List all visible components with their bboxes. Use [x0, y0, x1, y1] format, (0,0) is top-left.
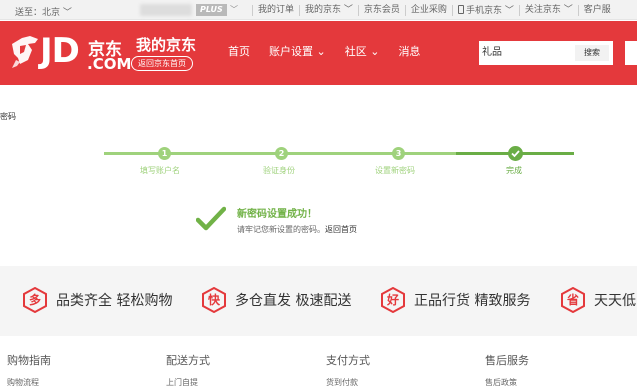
nav-community[interactable]: 社区 ⌄ — [345, 43, 380, 59]
step-circle-1: 1 — [158, 147, 171, 160]
header: JD 京东 .COM 我的京东 返回京东首页 首页 账户设置 ⌄ 社区 ⌄ 消息… — [0, 21, 637, 85]
cart-button[interactable] — [625, 41, 637, 65]
badge-kuai-icon: 快 — [201, 287, 227, 313]
location-text: 送至：北京 — [15, 8, 61, 18]
step-label-3: 设置新密码 — [375, 166, 415, 175]
promise-item: 快 多仓直发 极速配送 — [201, 287, 351, 313]
badge-sheng-icon: 省 — [560, 287, 586, 313]
footer-heading: 支付方式 — [326, 354, 370, 367]
top-links: 我的订单 我的京东 ﹀ 京东会员 企业采购 手机京东 ﹀ 关注京东 ﹀ 客户服 — [252, 5, 616, 16]
mobile-jd-label: 手机京东 — [465, 6, 502, 16]
top-bar: 送至：北京 ﹀ PLUS ﹀ 我的订单 我的京东 ﹀ 京东会员 企业采购 手机京… — [0, 0, 637, 20]
page-title: 密码 — [0, 112, 16, 121]
footer-link[interactable]: 上门自提 — [166, 377, 210, 388]
badge-char: 快 — [207, 293, 220, 307]
return-home-link[interactable]: 返回首页 — [325, 225, 357, 234]
success-hint-text: 请牢记您新设置的密码。 — [237, 225, 325, 234]
phone-icon — [457, 5, 464, 14]
success-check-icon — [196, 206, 226, 231]
footer-heading: 购物指南 — [7, 354, 51, 367]
nav-account-settings[interactable]: 账户设置 ⌄ — [269, 43, 326, 59]
chevron-down-icon[interactable]: ﹀ — [230, 4, 238, 15]
step-circle-3: 3 — [392, 147, 405, 160]
success-title: 新密码设置成功！ — [237, 209, 317, 220]
main-nav: 首页 账户设置 ⌄ 社区 ⌄ 消息 — [228, 43, 439, 59]
mobile-jd-link[interactable]: 手机京东 ﹀ — [451, 5, 519, 16]
step-label-4: 完成 — [506, 166, 522, 175]
success-hint: 请牢记您新设置的密码。返回首页 — [237, 224, 357, 235]
my-orders-link[interactable]: 我的订单 — [252, 5, 299, 16]
delivery-location[interactable]: 送至：北京 ﹀ — [15, 5, 72, 18]
footer-heading: 售后服务 — [485, 354, 529, 367]
username-blurred[interactable] — [140, 4, 192, 16]
follow-jd-link[interactable]: 关注京东 ﹀ — [518, 5, 578, 16]
promise-item: 多 品类齐全 轻松购物 — [22, 287, 172, 313]
caret-down-icon: ⌄ — [370, 45, 380, 58]
caret-down-icon: ⌄ — [316, 45, 326, 58]
nav-account-settings-label: 账户设置 — [269, 45, 313, 58]
logo-jd-text[interactable]: JD — [40, 31, 80, 71]
promise-text: 正品行货 精致服务 — [414, 293, 531, 309]
badge-char: 多 — [28, 293, 41, 307]
promise-item: 好 正品行货 精致服务 — [380, 287, 530, 313]
promise-text: 天天低 — [594, 293, 636, 309]
check-icon — [511, 150, 520, 158]
my-jd-label: 我的京东 — [305, 5, 342, 15]
footer-column: 配送方式 上门自提 — [166, 352, 210, 388]
step-label-2: 验证身份 — [263, 166, 295, 175]
footer-link[interactable]: 货到付款 — [326, 377, 370, 388]
follow-jd-label: 关注京东 — [524, 5, 561, 15]
badge-char: 省 — [566, 293, 579, 307]
chevron-down-icon: ﹀ — [62, 8, 72, 18]
customer-service-link[interactable]: 客户服 — [577, 5, 616, 16]
badge-hao-icon: 好 — [380, 287, 406, 313]
step-circle-2: 2 — [275, 147, 288, 160]
search-button[interactable]: 搜索 — [575, 45, 609, 61]
search-box: 搜索 — [479, 41, 613, 65]
step-label-1: 填写账户名 — [140, 166, 180, 175]
enterprise-link[interactable]: 企业采购 — [404, 5, 452, 16]
footer-column: 支付方式 货到付款 — [326, 352, 370, 388]
footer-column: 购物指南 购物流程 — [7, 352, 51, 388]
footer-heading: 配送方式 — [166, 354, 210, 367]
my-jd-title[interactable]: 我的京东 — [136, 34, 196, 55]
footer-link[interactable]: 售后政策 — [485, 377, 529, 388]
plus-badge[interactable]: PLUS — [196, 4, 227, 16]
badge-duo-icon: 多 — [22, 287, 48, 313]
promise-item: 省 天天低 — [560, 287, 636, 313]
back-home-button[interactable]: 返回京东首页 — [131, 56, 193, 71]
badge-char: 好 — [386, 293, 399, 307]
nav-home[interactable]: 首页 — [228, 43, 250, 59]
nav-community-label: 社区 — [344, 45, 367, 58]
promise-text: 多仓直发 极速配送 — [235, 293, 352, 309]
footer-link[interactable]: 购物流程 — [7, 377, 51, 388]
jd-member-link[interactable]: 京东会员 — [357, 5, 405, 16]
jd-dog-logo-icon[interactable] — [8, 30, 44, 70]
my-jd-link[interactable]: 我的京东 ﹀ — [299, 5, 358, 16]
promise-text: 品类齐全 轻松购物 — [56, 293, 173, 309]
logo-com-text[interactable]: .COM — [87, 55, 131, 73]
nav-messages[interactable]: 消息 — [398, 43, 420, 59]
footer-column: 售后服务 售后政策 — [485, 352, 529, 388]
search-input[interactable] — [482, 45, 572, 56]
step-complete-icon — [508, 146, 523, 161]
